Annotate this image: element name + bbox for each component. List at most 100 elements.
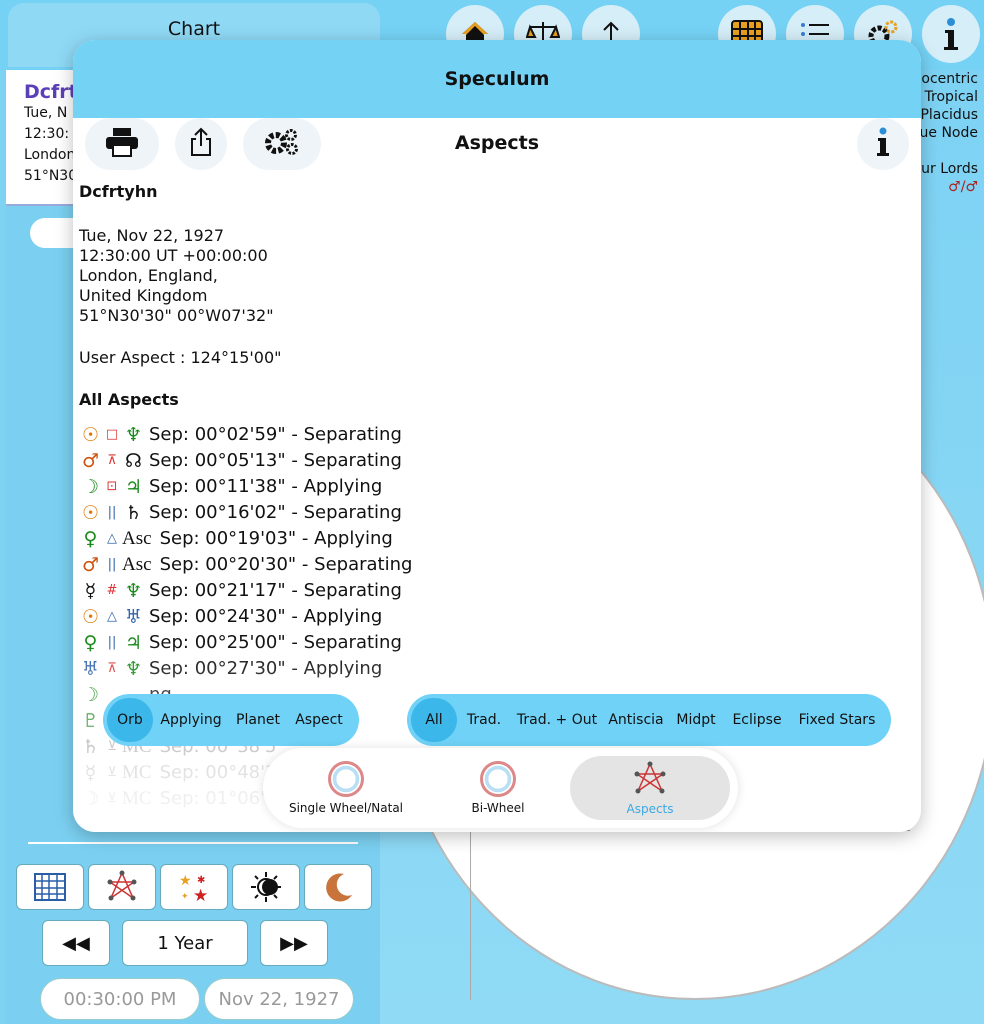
summary-line: ue Node [919,125,978,141]
report-coordinates: 51°N30'30" 00°W07'32" [79,306,274,325]
filter-all[interactable]: All [411,698,457,742]
filter-antiscia[interactable]: Antiscia [603,698,669,742]
aspect-wheel-icon[interactable] [88,864,156,910]
aspect-row[interactable]: ☽ ⊡ ♃ Sep: 00°11'38" - Applying [79,474,559,500]
summary-line: ocentric [921,71,978,87]
aspect-text: Sep: 00°05'13" - Separating [149,450,402,471]
svg-text:★: ★ [179,873,192,889]
chart-settings-summary: ocentric Tropical Placidus ue Node ur Lo… [920,70,978,196]
aspect-text: Sep: 00°02'59" - Separating [149,424,402,445]
filter-midpt[interactable]: Midpt [669,698,723,742]
sort-aspect[interactable]: Aspect [287,698,351,742]
single-wheel-icon [328,761,364,797]
tab-aspects[interactable]: Aspects [570,756,730,820]
svg-text:✱: ✱ [197,875,205,886]
info-icon[interactable] [922,5,980,63]
date-field[interactable]: Nov 22, 1927 [204,978,354,1020]
tab-bi-wheel[interactable]: Bi-Wheel [433,756,563,820]
aspect-planet-2: ☊ [125,450,142,472]
filter-trad-out[interactable]: Trad. + Out [511,698,603,742]
moon-icon[interactable] [304,864,372,910]
aspect-planet-1: ☽ [81,476,100,498]
aspect-row[interactable]: ♂ || Asc Sep: 00°20'30" - Separating [79,552,559,578]
grid-icon[interactable] [16,864,84,910]
aspect-row[interactable]: ♀ △ Asc Sep: 00°19'03" - Applying [79,526,559,552]
stars-icon[interactable]: ★ ★ ✱ ✦ [160,864,228,910]
report-all-aspects-heading: All Aspects [79,390,179,409]
aspect-text: Sep: 00°19'03" - Applying [159,528,393,549]
sort-planet[interactable]: Planet [229,698,287,742]
sort-applying[interactable]: Applying [153,698,229,742]
filter-trad[interactable]: Trad. [457,698,511,742]
step-interval-button[interactable]: 1 Year [122,920,248,966]
step-back-button[interactable]: ◀◀ [42,920,110,966]
tab-label: Single Wheel/Natal [288,801,404,815]
aspect-symbol: || [107,505,117,520]
svg-text:★: ★ [193,886,208,903]
gears-icon [262,127,302,161]
aspect-row[interactable]: ♂ ⊼ ☊ Sep: 00°05'13" - Separating [79,448,559,474]
aspect-text: Sep: 00°24'30" - Applying [149,606,383,627]
print-button[interactable] [85,118,159,170]
aspect-planet-2: ♄ [124,502,143,524]
speculum-modal: Speculum Aspects Dcfrtyhn Tue, Nov 22, 1… [73,40,921,832]
aspect-row[interactable]: ☿ # ♆ Sep: 00°21'17" - Separating [79,578,559,604]
settings-button[interactable] [243,118,321,170]
report-country: United Kingdom [79,286,208,305]
aspect-planet-1: ☿ [84,580,97,602]
aspect-planet-1: ♂ [81,450,100,472]
chart-name: Dcfrt [24,81,78,103]
sort-orb[interactable]: Orb [107,698,153,742]
chart-info-line: 51°N30 [24,168,78,184]
aspect-row[interactable]: ☉ △ ♅ Sep: 00°24'30" - Applying [79,604,559,630]
modal-title: Speculum [444,68,550,90]
summary-line: Tropical [924,89,978,105]
aspect-planet-2: ♆ [124,424,143,446]
aspect-planet-1: ☉ [81,606,100,628]
aspect-row[interactable]: ☉ □ ♆ Sep: 00°02'59" - Separating [79,422,559,448]
report-time: 12:30:00 UT +00:00:00 [79,246,268,265]
summary-line: Placidus [920,107,978,123]
chart-title: Chart [167,18,221,40]
time-field[interactable]: 00:30:00 PM [40,978,200,1020]
bi-wheel-icon [480,761,516,797]
aspect-planet-1: ☉ [81,502,100,524]
aspect-symbol: ⊼ [107,453,117,468]
aspect-row[interactable]: ☉ || ♄ Sep: 00°16'02" - Separating [79,500,559,526]
info-button[interactable] [857,118,909,170]
aspect-text: Sep: 00°11'38" - Applying [149,476,383,497]
report-date: Tue, Nov 22, 1927 [79,226,225,245]
chart-info-text: Dcfrt Tue, N 12:30: London 51°N30 [24,82,78,187]
report-location: London, England, [79,266,218,285]
aspect-planet-2: ♃ [124,476,143,498]
aspect-planet-2: ♅ [124,606,143,628]
svg-text:✦: ✦ [181,892,189,902]
aspect-planet-2: Asc [122,528,152,549]
chart-info-line: Tue, N [24,105,68,121]
aspect-text: Sep: 00°21'17" - Separating [149,580,402,601]
step-forward-button[interactable]: ▶▶ [260,920,328,966]
aspect-planet-1: ♂ [81,554,100,576]
aspect-planet-2: ♆ [124,580,143,602]
filter-eclipse[interactable]: Eclipse [723,698,791,742]
report-user-aspect: User Aspect : 124°15'00" [79,348,282,367]
aspect-planet-1: ♀ [83,528,98,550]
filter-fixed-stars[interactable]: Fixed Stars [791,698,883,742]
aspects-tab-icon [632,761,668,800]
divider [28,842,358,844]
aspect-text: Sep: 00°20'30" - Separating [159,554,413,575]
summary-line: ur Lords [921,161,978,177]
chart-wheel-houses [470,830,910,1000]
summary-line: ♂/♂ [948,179,978,195]
sort-segmented-control: Orb Applying Planet Aspect [103,694,359,746]
aspect-planet-1: ☉ [81,424,100,446]
info-icon [875,127,891,161]
aspect-planet-2: Asc [122,554,152,575]
tab-label: Bi-Wheel [471,801,525,815]
tab-label: Aspects [626,801,674,816]
eclipse-icon[interactable] [232,864,300,910]
share-button[interactable] [175,118,227,170]
aspect-symbol: ⊡ [106,479,118,494]
tab-single-wheel[interactable]: Single Wheel/Natal [279,756,413,820]
aspect-symbol: △ [107,609,117,624]
